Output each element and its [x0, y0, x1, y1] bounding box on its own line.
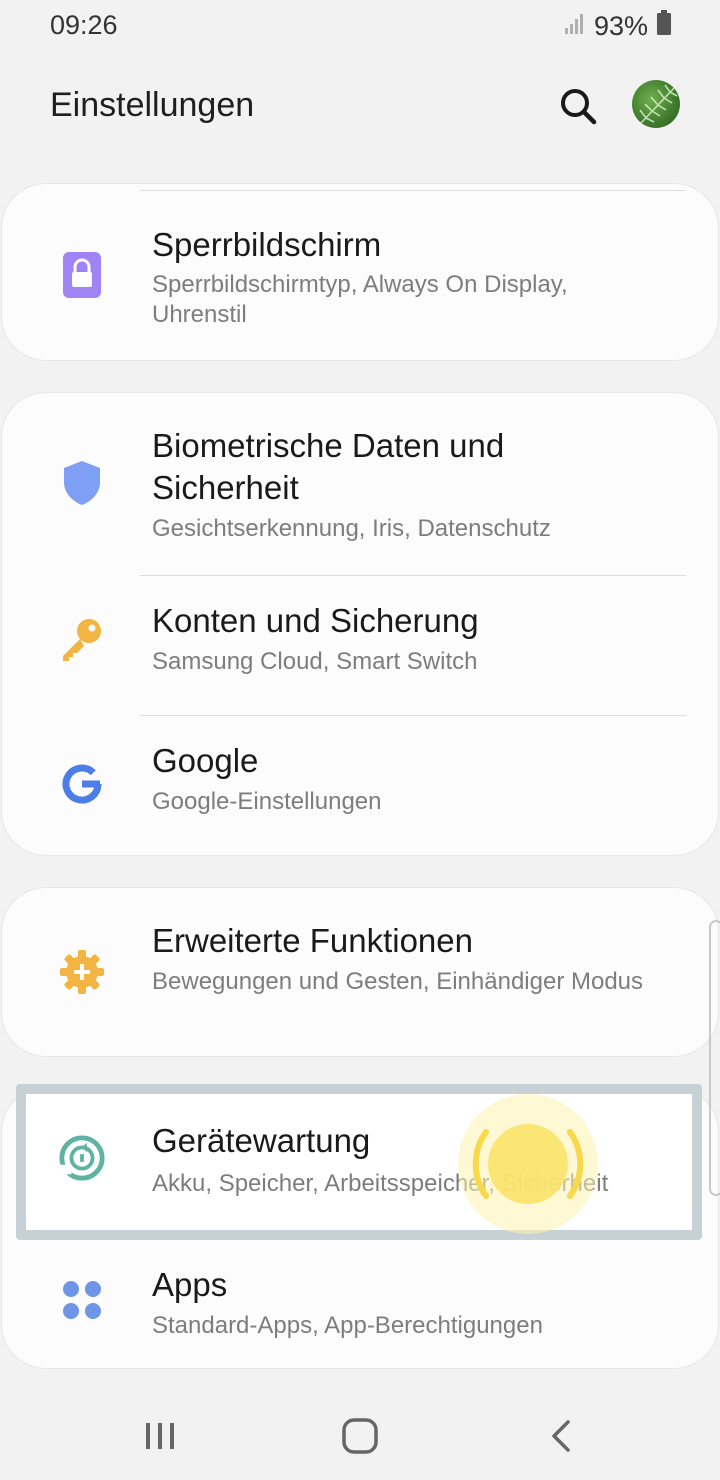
navigation-bar — [0, 1392, 720, 1480]
item-subtitle: Akku, Speicher, Arbeitsspeicher, Sicherh… — [152, 1170, 609, 1197]
apps-icon — [58, 1276, 106, 1324]
item-title: Sperrbildschirm — [152, 226, 382, 263]
shield-icon — [58, 459, 106, 507]
signal-icon — [564, 11, 586, 42]
search-button[interactable] — [556, 84, 600, 128]
status-right: 93% — [564, 10, 672, 43]
settings-card-lock: Sperrbildschirm Sperrbildschirmtyp, Alwa… — [2, 184, 718, 360]
battery-percent: 93% — [593, 11, 648, 41]
home-icon — [342, 1418, 378, 1454]
item-subtitle: Google-Einstellungen — [152, 788, 382, 815]
lock-icon — [58, 250, 106, 298]
back-icon — [552, 1420, 570, 1452]
fern-icon — [639, 84, 678, 125]
page-title: Einstellungen — [50, 86, 255, 124]
recents-icon — [146, 1423, 174, 1449]
settings-item-advanced-features[interactable]: Erweiterte Funktionen Bewegungen und Ges… — [2, 888, 718, 1056]
item-title: Biometrische Daten und Sicherheit — [152, 427, 505, 506]
touch-indicator — [456, 1092, 600, 1236]
scrollbar[interactable] — [709, 920, 720, 1196]
settings-item-device-care[interactable]: Gerätewartung Akku, Speicher, Arbeitsspe… — [2, 1094, 718, 1230]
google-icon — [58, 760, 106, 808]
status-time: 09:26 — [50, 10, 118, 40]
settings-item-lockscreen[interactable]: Sperrbildschirm Sperrbildschirmtyp, Alwa… — [2, 184, 718, 360]
profile-avatar[interactable] — [632, 80, 680, 128]
settings-card-advanced: Erweiterte Funktionen Bewegungen und Ges… — [2, 888, 718, 1056]
search-icon — [561, 89, 597, 125]
home-button[interactable] — [330, 1406, 390, 1466]
item-title: Gerätewartung — [152, 1122, 371, 1159]
item-subtitle: Sperrbildschirmtyp, Always On Display, U… — [152, 271, 568, 328]
recents-button[interactable] — [130, 1406, 190, 1466]
back-button[interactable] — [532, 1406, 592, 1466]
gear-plus-icon — [58, 948, 106, 996]
settings-item-google[interactable]: Google Google-Einstellungen — [2, 716, 718, 855]
device-care-icon — [58, 1134, 106, 1182]
key-icon — [58, 616, 106, 664]
battery-icon — [656, 10, 672, 43]
settings-item-biometrics[interactable]: Biometrische Daten und Sicherheit Gesich… — [2, 393, 718, 575]
settings-item-apps[interactable]: Apps Standard-Apps, App-Berechtigungen — [2, 1236, 718, 1368]
item-title: Google — [152, 742, 259, 779]
settings-card-security: Biometrische Daten und Sicherheit Gesich… — [2, 393, 718, 855]
item-subtitle: Standard-Apps, App-Berechtigungen — [152, 1312, 543, 1339]
settings-item-accounts[interactable]: Konten und Sicherung Samsung Cloud, Smar… — [2, 576, 718, 716]
item-title: Konten und Sicherung — [152, 602, 479, 639]
item-subtitle: Bewegungen und Gesten, Einhändiger Modus — [152, 968, 644, 995]
item-title: Apps — [152, 1266, 228, 1303]
item-subtitle: Samsung Cloud, Smart Switch — [152, 648, 478, 675]
item-title: Erweiterte Funktionen — [152, 922, 473, 959]
item-subtitle: Gesichtserkennung, Iris, Datenschutz — [152, 515, 551, 542]
status-bar: 09:26 93% — [0, 0, 720, 52]
